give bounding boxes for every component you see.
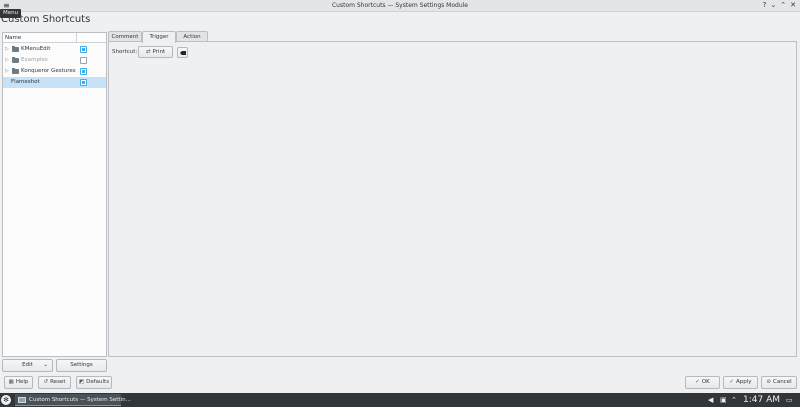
help-grid-icon: ▦ bbox=[8, 379, 14, 385]
enabled-checkbox[interactable] bbox=[80, 46, 87, 53]
expand-arrow-icon[interactable]: ▷ bbox=[5, 68, 9, 74]
cancel-button-label: Cancel bbox=[772, 379, 792, 385]
shortcut-key-button[interactable]: ⇄ Print bbox=[138, 46, 173, 58]
show-desktop-icon[interactable]: ▭ bbox=[786, 396, 793, 404]
settings-button[interactable]: Settings bbox=[56, 359, 107, 372]
cancel-icon: ⊘ bbox=[766, 379, 771, 385]
tree-item-label: Examples bbox=[21, 57, 48, 63]
enabled-checkbox[interactable] bbox=[80, 68, 87, 75]
tree-item-label: Flameshot bbox=[11, 79, 40, 85]
window-titlebar[interactable]: ≡ Custom Shortcuts — System Settings Mod… bbox=[0, 0, 800, 12]
tray-expand-icon[interactable]: ⌃ bbox=[731, 396, 737, 404]
cancel-button[interactable]: ⊘ Cancel bbox=[761, 376, 797, 389]
trigger-panel bbox=[108, 41, 797, 357]
clear-shortcut-button[interactable] bbox=[177, 47, 188, 58]
apply-button[interactable]: ✓ Apply bbox=[723, 376, 758, 389]
minimize-icon[interactable]: ⌄ bbox=[770, 1, 776, 10]
edit-button[interactable]: Edit ⌄ bbox=[2, 359, 53, 372]
shortcut-value: Print bbox=[152, 49, 166, 55]
folder-icon bbox=[12, 68, 19, 74]
apply-button-label: Apply bbox=[736, 379, 752, 385]
tree-item-konqueror-gestures[interactable]: ▷ Konqueror Gestures bbox=[3, 66, 106, 77]
taskbar-task-custom-shortcuts[interactable]: Custom Shortcuts — System Settin... bbox=[15, 394, 131, 406]
help-button[interactable]: ▦ Help bbox=[4, 376, 33, 389]
checkmark-icon: ✓ bbox=[695, 379, 700, 385]
tree-item-examples[interactable]: ▷ Examples bbox=[3, 55, 106, 66]
tab-trigger[interactable]: Trigger bbox=[142, 31, 176, 43]
ok-button-label: OK bbox=[701, 379, 710, 385]
folder-icon bbox=[12, 57, 19, 63]
folder-icon bbox=[12, 46, 19, 52]
apply-check-icon: ✓ bbox=[729, 379, 735, 385]
expand-arrow-icon[interactable]: ▷ bbox=[5, 46, 9, 52]
ok-button[interactable]: ✓ OK bbox=[685, 376, 720, 389]
defaults-button-label: Defaults bbox=[86, 379, 110, 385]
application-launcher-icon[interactable]: ✻ bbox=[1, 395, 11, 405]
clipboard-icon[interactable]: ▣ bbox=[720, 396, 727, 404]
task-label: Custom Shortcuts — System Settin... bbox=[29, 397, 131, 403]
window-title: Custom Shortcuts — System Settings Modul… bbox=[331, 2, 468, 9]
tree-header-divider bbox=[76, 33, 77, 43]
tree-header: Name bbox=[3, 33, 106, 43]
tree-header-name: Name bbox=[5, 35, 22, 41]
defaults-button[interactable]: ◩ Defaults bbox=[76, 376, 112, 389]
reset-icon: ↺ bbox=[43, 379, 49, 385]
tree-item-kmenuedit[interactable]: ▷ KMenuEdit bbox=[3, 44, 106, 55]
tree-item-label: KMenuEdit bbox=[21, 46, 51, 52]
chevron-down-icon: ⌄ bbox=[43, 362, 48, 368]
maximize-icon[interactable]: ⌃ bbox=[780, 1, 786, 10]
reset-button[interactable]: ↺ Reset bbox=[38, 376, 71, 389]
backspace-clear-icon bbox=[180, 51, 186, 55]
close-icon[interactable]: ✕ bbox=[790, 1, 796, 10]
help-icon[interactable]: ? bbox=[763, 1, 767, 10]
keyboard-shortcut-icon: ⇄ bbox=[145, 49, 151, 55]
shortcut-tree[interactable]: Name ▷ KMenuEdit ▷ Examples ▷ Konqueror … bbox=[2, 32, 107, 357]
volume-icon[interactable]: ◀ bbox=[708, 396, 713, 404]
window-controls: ? ⌄ ⌃ ✕ bbox=[763, 1, 796, 10]
edit-button-label: Edit bbox=[22, 362, 33, 368]
enabled-checkbox[interactable] bbox=[80, 57, 87, 64]
enabled-checkbox[interactable] bbox=[80, 79, 87, 86]
defaults-icon: ◩ bbox=[78, 379, 85, 385]
expand-arrow-icon[interactable]: ▷ bbox=[5, 57, 9, 63]
tree-item-flameshot[interactable]: Flameshot bbox=[3, 77, 106, 88]
clock[interactable]: 1:47 AM bbox=[743, 395, 780, 405]
window-icon bbox=[18, 397, 26, 403]
help-button-label: Help bbox=[15, 379, 29, 385]
shortcut-label: Shortcut: bbox=[112, 49, 138, 55]
tree-item-label: Konqueror Gestures bbox=[21, 68, 76, 74]
taskbar: ✻ Custom Shortcuts — System Settin... ◀ … bbox=[0, 393, 800, 407]
reset-button-label: Reset bbox=[50, 379, 66, 385]
page-title: Custom Shortcuts bbox=[1, 14, 91, 25]
